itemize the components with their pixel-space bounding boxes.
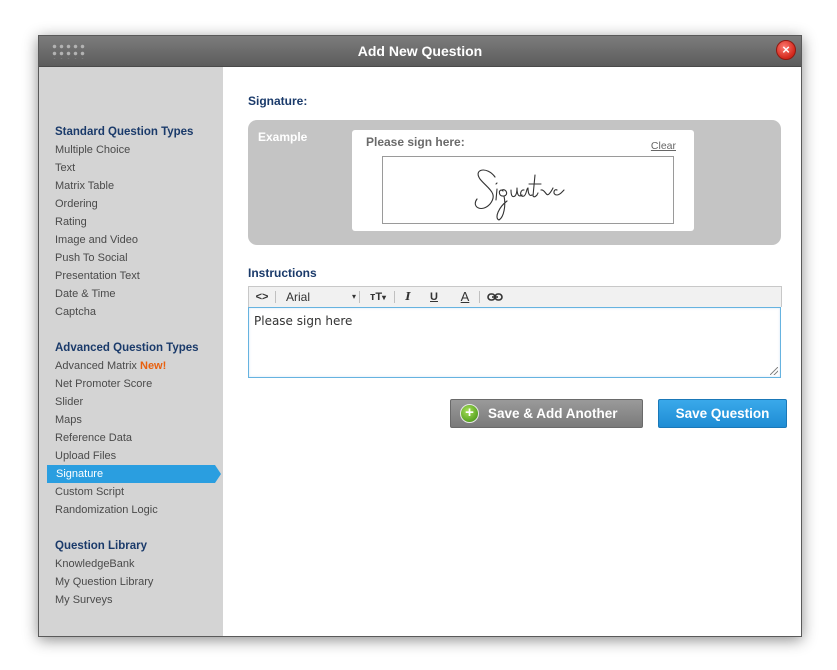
font-color-icon[interactable]: A <box>456 287 474 307</box>
chevron-down-icon: ▾ <box>351 292 356 301</box>
sidebar-item-image-and-video[interactable]: Image and Video <box>55 231 223 249</box>
example-box: Example Please sign here: Clear <box>248 120 781 245</box>
signature-prompt: Please sign here: <box>366 135 465 149</box>
font-family-value: Arial <box>286 290 311 304</box>
sidebar-item-knowledgebank[interactable]: KnowledgeBank <box>55 555 223 573</box>
link-icon[interactable] <box>485 287 505 307</box>
underline-icon[interactable]: U <box>425 287 443 307</box>
sidebar-item-text[interactable]: Text <box>55 159 223 177</box>
sidebar-item-date-time[interactable]: Date & Time <box>55 285 223 303</box>
plus-icon: + <box>460 404 479 423</box>
example-label: Example <box>258 130 308 144</box>
sidebar-item-advanced-matrix[interactable]: Advanced Matrix New! <box>55 357 223 375</box>
instructions-text: Please sign here <box>254 314 353 328</box>
chevron-down-icon: ▾ <box>382 293 387 302</box>
sidebar-item-my-question-library[interactable]: My Question Library <box>55 573 223 591</box>
sidebar-item-upload-files[interactable]: Upload Files <box>55 447 223 465</box>
sidebar-item-ordering[interactable]: Ordering <box>55 195 223 213</box>
editor-toolbar: <> Arial ▾ тT▾ I U A <box>248 286 782 307</box>
sidebar-heading: Standard Question Types <box>55 126 194 138</box>
sidebar-group-standard: Standard Question Types Multiple Choice … <box>55 123 223 321</box>
sidebar-item-matrix-table[interactable]: Matrix Table <box>55 177 223 195</box>
italic-icon[interactable]: I <box>399 287 417 307</box>
instructions-editor[interactable]: Please sign here <box>248 307 781 378</box>
sidebar-item-my-surveys[interactable]: My Surveys <box>55 591 223 609</box>
font-family-select[interactable]: Arial ▾ <box>286 287 356 307</box>
dialog-titlebar[interactable]: Add New Question × <box>39 36 801 67</box>
sidebar-item-reference-data[interactable]: Reference Data <box>55 429 223 447</box>
new-badge: New! <box>140 360 167 372</box>
sidebar-item-captcha[interactable]: Captcha <box>55 303 223 321</box>
link-glyph <box>487 293 503 301</box>
sidebar-heading: Question Library <box>55 540 148 552</box>
add-question-dialog: Add New Question × Standard Question Typ… <box>38 35 802 637</box>
resize-handle-icon[interactable] <box>770 367 778 375</box>
sidebar-item-randomization-logic[interactable]: Randomization Logic <box>55 501 223 519</box>
save-add-another-button[interactable]: + Save & Add Another <box>450 399 643 428</box>
instructions-label: Instructions <box>248 266 317 280</box>
sidebar-item-net-promoter-score[interactable]: Net Promoter Score <box>55 375 223 393</box>
toolbar-divider <box>275 291 276 303</box>
source-code-icon[interactable]: <> <box>252 287 272 307</box>
clear-link[interactable]: Clear <box>651 140 676 152</box>
save-question-button[interactable]: Save Question <box>658 399 787 428</box>
toolbar-divider <box>359 291 360 303</box>
sidebar-item-rating[interactable]: Rating <box>55 213 223 231</box>
sidebar-group-library: Question Library KnowledgeBank My Questi… <box>55 537 223 609</box>
sidebar-item-signature[interactable]: Signature <box>47 465 221 483</box>
question-type-sidebar: Standard Question Types Multiple Choice … <box>39 67 223 636</box>
signature-drawing <box>474 169 565 221</box>
sidebar-heading: Advanced Question Types <box>55 342 199 354</box>
toolbar-divider <box>394 291 395 303</box>
sidebar-item-custom-script[interactable]: Custom Script <box>55 483 223 501</box>
dialog-title: Add New Question <box>357 43 483 59</box>
signature-pad[interactable] <box>382 156 674 224</box>
sidebar-item-presentation-text[interactable]: Presentation Text <box>55 267 223 285</box>
signature-card: Please sign here: Clear <box>352 130 694 231</box>
font-size-glyph: тT <box>369 291 383 303</box>
save-add-another-label: Save & Add Another <box>488 406 618 421</box>
sidebar-item-slider[interactable]: Slider <box>55 393 223 411</box>
main-panel: Signature: Example Please sign here: Cle… <box>223 67 801 636</box>
toolbar-divider <box>479 291 480 303</box>
sidebar-group-advanced: Advanced Question Types Advanced Matrix … <box>47 339 223 519</box>
sidebar-item-multiple-choice[interactable]: Multiple Choice <box>55 141 223 159</box>
sidebar-item-push-to-social[interactable]: Push To Social <box>55 249 223 267</box>
sidebar-item-label: Advanced Matrix <box>55 360 137 372</box>
section-title: Signature: <box>248 94 308 108</box>
sidebar-item-maps[interactable]: Maps <box>55 411 223 429</box>
font-size-icon[interactable]: тT▾ <box>365 287 391 307</box>
close-button[interactable]: × <box>776 40 796 60</box>
